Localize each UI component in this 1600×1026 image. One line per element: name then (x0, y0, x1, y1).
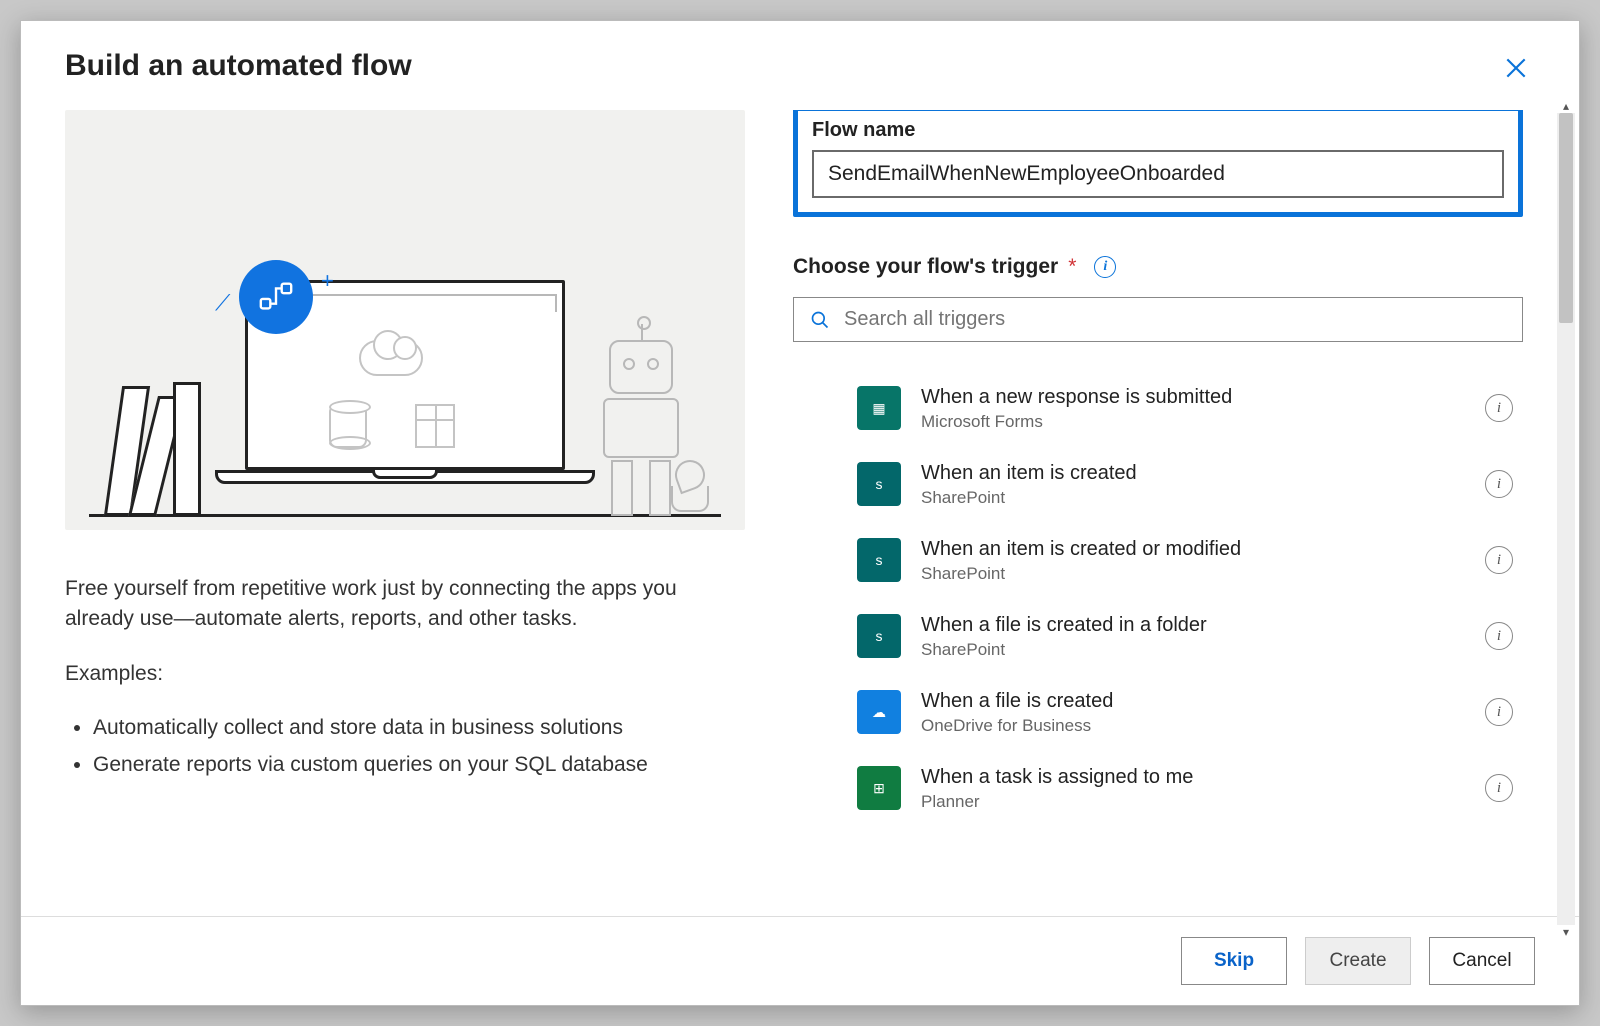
scroll-down-arrow[interactable]: ▾ (1557, 925, 1575, 939)
trigger-text: When an item is createdSharePoint (921, 460, 1465, 508)
trigger-text: When an item is created or modifiedShare… (921, 536, 1465, 584)
trigger-info-icon[interactable]: i (1485, 546, 1513, 574)
trigger-connector-icon: s (857, 462, 901, 506)
close-icon (1503, 55, 1529, 81)
trigger-list: ▦ When a new response is submittedMicroso… (793, 370, 1523, 826)
trigger-subtitle: Planner (921, 792, 1465, 812)
scrollbar[interactable]: ▴ ▾ (1557, 113, 1575, 925)
trigger-item[interactable]: s When an item is created or modifiedShar… (793, 522, 1523, 598)
example-item: Generate reports via custom queries on y… (93, 750, 745, 780)
trigger-text: When a new response is submittedMicrosof… (921, 384, 1465, 432)
flow-name-input[interactable] (812, 150, 1504, 198)
trigger-item[interactable]: ⊞ When a task is assigned to mePlanner i (793, 750, 1523, 826)
trigger-title: When an item is created (921, 460, 1465, 486)
trigger-title: When a file is created (921, 688, 1465, 714)
dialog-header: Build an automated flow (21, 21, 1579, 100)
description-text: Free yourself from repetitive work just … (65, 574, 745, 635)
trigger-info-icon[interactable]: i (1485, 394, 1513, 422)
close-button[interactable] (1497, 49, 1535, 92)
trigger-info-icon[interactable]: i (1485, 470, 1513, 498)
trigger-text: When a file is created in a folderShareP… (921, 612, 1465, 660)
flow-illustration: ⟋+ (65, 110, 745, 530)
trigger-info-icon[interactable]: i (1485, 698, 1513, 726)
example-item: Automatically collect and store data in … (93, 713, 745, 743)
cancel-button[interactable]: Cancel (1429, 937, 1535, 985)
create-button[interactable]: Create (1305, 937, 1411, 985)
trigger-connector-icon: s (857, 614, 901, 658)
required-asterisk: * (1068, 255, 1076, 279)
flow-badge-icon (239, 260, 313, 334)
trigger-subtitle: OneDrive for Business (921, 716, 1465, 736)
trigger-subtitle: SharePoint (921, 488, 1465, 508)
trigger-title: When an item is created or modified (921, 536, 1465, 562)
right-pane: Flow name Choose your flow's trigger * i… (793, 110, 1535, 916)
info-icon[interactable]: i (1094, 256, 1116, 278)
examples-list: Automatically collect and store data in … (65, 713, 745, 780)
trigger-search-box[interactable] (793, 297, 1523, 342)
scroll-up-arrow[interactable]: ▴ (1557, 99, 1575, 113)
trigger-title: When a task is assigned to me (921, 764, 1465, 790)
trigger-info-icon[interactable]: i (1485, 622, 1513, 650)
skip-button[interactable]: Skip (1181, 937, 1287, 985)
scroll-thumb[interactable] (1559, 113, 1573, 323)
trigger-search-input[interactable] (844, 308, 1506, 331)
trigger-item[interactable]: ☁ When a file is createdOneDrive for Busi… (793, 674, 1523, 750)
trigger-connector-icon: ▦ (857, 386, 901, 430)
dialog-title: Build an automated flow (65, 49, 412, 83)
trigger-subtitle: SharePoint (921, 640, 1465, 660)
trigger-info-icon[interactable]: i (1485, 774, 1513, 802)
trigger-label-text: Choose your flow's trigger (793, 255, 1058, 279)
trigger-connector-icon: ⊞ (857, 766, 901, 810)
description-block: Free yourself from repetitive work just … (65, 574, 745, 786)
build-automated-flow-dialog: Build an automated flow (20, 20, 1580, 1006)
right-scroll-area[interactable]: Flow name Choose your flow's trigger * i… (793, 110, 1535, 916)
trigger-connector-icon: s (857, 538, 901, 582)
trigger-item[interactable]: s When a file is created in a folderShare… (793, 598, 1523, 674)
trigger-subtitle: Microsoft Forms (921, 412, 1465, 432)
trigger-connector-icon: ☁ (857, 690, 901, 734)
trigger-item[interactable]: ▦ When a new response is submittedMicroso… (793, 370, 1523, 446)
trigger-section-label: Choose your flow's trigger * i (793, 255, 1523, 279)
trigger-title: When a file is created in a folder (921, 612, 1465, 638)
dialog-footer: Skip Create Cancel (21, 916, 1579, 1005)
trigger-title: When a new response is submitted (921, 384, 1465, 410)
trigger-text: When a file is createdOneDrive for Busin… (921, 688, 1465, 736)
trigger-text: When a task is assigned to mePlanner (921, 764, 1465, 812)
flow-name-field-highlight: Flow name (793, 110, 1523, 217)
examples-label: Examples: (65, 659, 745, 689)
dialog-body: ⟋+ Free yourself from repetitive work ju… (21, 100, 1579, 916)
flow-name-label: Flow name (812, 119, 1504, 142)
left-pane: ⟋+ Free yourself from repetitive work ju… (65, 110, 745, 916)
search-icon (810, 310, 830, 330)
trigger-item[interactable]: s When an item is createdSharePoint i (793, 446, 1523, 522)
trigger-subtitle: SharePoint (921, 564, 1465, 584)
